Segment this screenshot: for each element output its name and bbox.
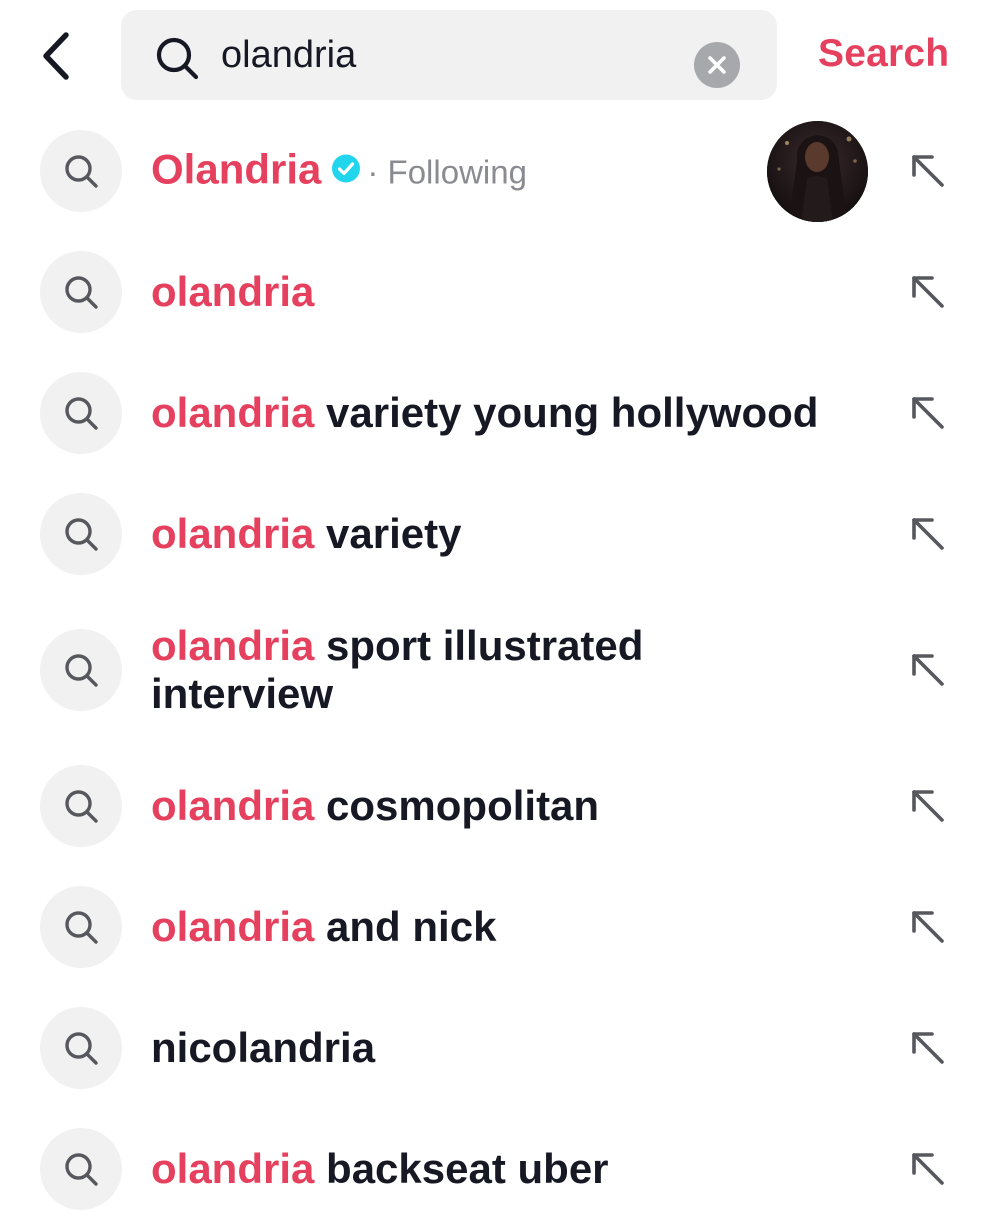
search-icon-circle bbox=[40, 1006, 122, 1089]
suggestion-rest: cosmopolitan bbox=[314, 781, 600, 829]
search-icon bbox=[65, 154, 98, 188]
arrow-up-left-icon[interactable] bbox=[906, 1147, 950, 1191]
suggestion-text: nicolandria bbox=[151, 1024, 871, 1072]
search-icon bbox=[156, 37, 199, 80]
arrow-up-left-icon[interactable] bbox=[906, 149, 950, 193]
suggestion-rest: variety bbox=[314, 509, 462, 557]
suggestion-row[interactable]: olandria and nick bbox=[0, 866, 989, 987]
search-icon-circle bbox=[40, 885, 122, 968]
suggestion-text: olandria bbox=[151, 268, 871, 316]
suggestion-rest: nicolandria bbox=[151, 1023, 376, 1071]
search-icon-circle bbox=[40, 1127, 122, 1210]
suggestion-text: olandria variety bbox=[151, 510, 871, 558]
search-icon-circle bbox=[40, 129, 122, 212]
arrow-up-left-icon[interactable] bbox=[906, 391, 950, 435]
suggestion-match: olandria bbox=[151, 267, 315, 315]
suggestion-row[interactable]: olandria variety young hollywood bbox=[0, 352, 989, 473]
suggestion-list: Olandria · Following olandria olandria v… bbox=[0, 110, 989, 1229]
suggestion-match: olandria bbox=[151, 388, 315, 436]
search-icon bbox=[65, 396, 98, 430]
search-input[interactable] bbox=[221, 28, 681, 82]
suggestion-row[interactable]: olandria variety bbox=[0, 473, 989, 594]
search-icon bbox=[65, 1152, 98, 1186]
suggestion-text: olandria variety young hollywood bbox=[151, 389, 871, 437]
search-icon-circle bbox=[40, 764, 122, 847]
suggestion-text: olandria backseat uber bbox=[151, 1145, 871, 1193]
avatar[interactable] bbox=[767, 120, 868, 222]
suggestion-rest: backseat uber bbox=[314, 1144, 609, 1192]
clear-x-icon bbox=[708, 56, 726, 74]
search-icon bbox=[65, 1031, 98, 1065]
search-header: Search bbox=[0, 0, 989, 110]
back-button[interactable] bbox=[28, 24, 84, 88]
search-button[interactable]: Search bbox=[818, 32, 949, 76]
arrow-up-left-icon[interactable] bbox=[906, 512, 950, 556]
suggestion-rest: and nick bbox=[314, 902, 497, 950]
arrow-up-left-icon[interactable] bbox=[906, 648, 950, 692]
user-suggestion-row[interactable]: Olandria · Following bbox=[0, 110, 989, 231]
suggestion-text: olandria sport illustrated interview bbox=[151, 622, 711, 718]
clear-search-button[interactable] bbox=[694, 42, 740, 88]
search-icon-circle bbox=[40, 371, 122, 454]
arrow-up-left-icon[interactable] bbox=[906, 905, 950, 949]
suggestion-rest: variety young hollywood bbox=[314, 388, 819, 436]
username: Olandria bbox=[151, 145, 322, 192]
suggestion-match: olandria bbox=[151, 1144, 315, 1192]
suggestion-row[interactable]: olandria sport illustrated interview bbox=[0, 594, 989, 745]
following-status: · Following bbox=[367, 153, 527, 190]
suggestion-match: olandria bbox=[151, 509, 315, 557]
suggestion-row[interactable]: nicolandria bbox=[0, 987, 989, 1108]
search-icon bbox=[65, 653, 98, 687]
chevron-left-icon bbox=[43, 32, 69, 80]
user-suggestion-text: Olandria · Following bbox=[151, 145, 871, 196]
suggestion-row[interactable]: olandria bbox=[0, 231, 989, 352]
search-bar[interactable] bbox=[121, 10, 777, 100]
suggestion-row[interactable]: olandria cosmopolitan bbox=[0, 745, 989, 866]
arrow-up-left-icon[interactable] bbox=[906, 270, 950, 314]
suggestion-row[interactable]: olandria backseat uber bbox=[0, 1108, 989, 1229]
arrow-up-left-icon[interactable] bbox=[906, 784, 950, 828]
search-icon-circle bbox=[40, 492, 122, 575]
search-icon bbox=[65, 275, 98, 309]
profile-photo bbox=[767, 120, 868, 222]
search-icon bbox=[65, 789, 98, 823]
suggestion-text: olandria and nick bbox=[151, 903, 871, 951]
search-icon-circle bbox=[40, 250, 122, 333]
search-icon-circle bbox=[40, 628, 122, 711]
verified-badge-icon bbox=[332, 154, 361, 183]
suggestion-text: olandria cosmopolitan bbox=[151, 782, 871, 830]
suggestion-match: olandria bbox=[151, 902, 315, 950]
suggestion-match: olandria bbox=[151, 621, 315, 669]
search-icon bbox=[65, 517, 98, 551]
suggestion-match: olandria bbox=[151, 781, 315, 829]
search-icon bbox=[65, 910, 98, 944]
arrow-up-left-icon[interactable] bbox=[906, 1026, 950, 1070]
